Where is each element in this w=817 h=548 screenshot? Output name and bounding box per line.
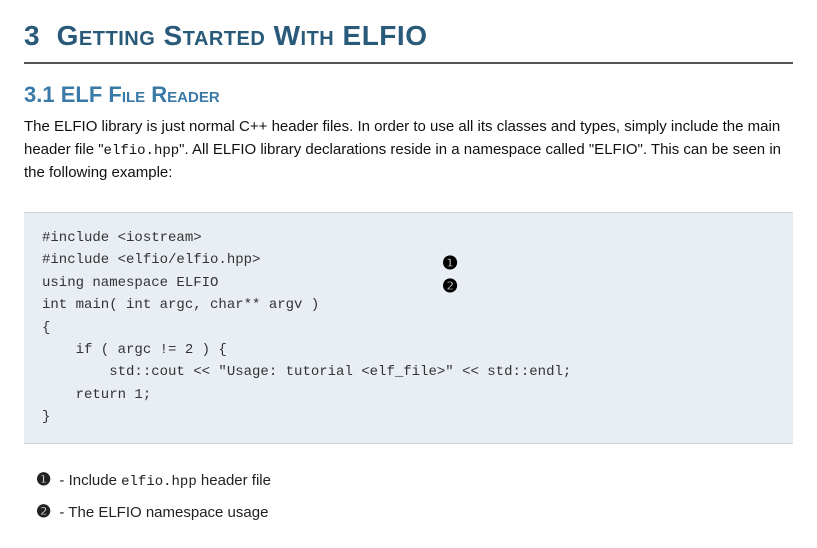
section-heading: 3.1 ELF File Reader bbox=[24, 82, 793, 108]
callout-text-1a: - Include bbox=[55, 472, 121, 489]
callout-bullet-1: ❶ bbox=[36, 470, 51, 489]
callouts-list: ❶ - Include elfio.hpp header file ❷ - Th… bbox=[36, 464, 793, 529]
callout-text-2: - The ELFIO namespace usage bbox=[55, 504, 268, 521]
inline-code-elfio: elfio.hpp bbox=[104, 143, 180, 159]
code-example: #include <iostream> #include <elfio/elfi… bbox=[24, 212, 793, 444]
code-line: } bbox=[42, 406, 775, 428]
callout-bullet-2: ❷ bbox=[36, 502, 51, 521]
callout-item-2: ❷ - The ELFIO namespace usage bbox=[36, 496, 793, 528]
intro-paragraph: The ELFIO library is just normal C++ hea… bbox=[24, 116, 793, 184]
chapter-rule bbox=[24, 62, 793, 64]
code-line: using namespace ELFIO❷ bbox=[42, 272, 775, 294]
code-line: return 1; bbox=[42, 384, 775, 406]
chapter-heading: 3 Getting Started With ELFIO bbox=[24, 20, 793, 52]
code-line: #include <elfio/elfio.hpp>❶ bbox=[42, 249, 775, 271]
section-title: ELF File Reader bbox=[61, 82, 220, 107]
chapter-title: Getting Started With ELFIO bbox=[57, 20, 428, 51]
code-line: int main( int argc, char** argv ) bbox=[42, 294, 775, 316]
section-number: 3.1 bbox=[24, 82, 55, 107]
code-line: #include <iostream> bbox=[42, 227, 775, 249]
callout-text-1b: header file bbox=[197, 472, 271, 489]
code-line: if ( argc != 2 ) { bbox=[42, 339, 775, 361]
callout-code-1: elfio.hpp bbox=[121, 474, 197, 490]
code-line: std::cout << "Usage: tutorial <elf_file>… bbox=[42, 361, 775, 383]
code-line: { bbox=[42, 317, 775, 339]
callout-item-1: ❶ - Include elfio.hpp header file bbox=[36, 464, 793, 496]
chapter-number: 3 bbox=[24, 20, 40, 51]
